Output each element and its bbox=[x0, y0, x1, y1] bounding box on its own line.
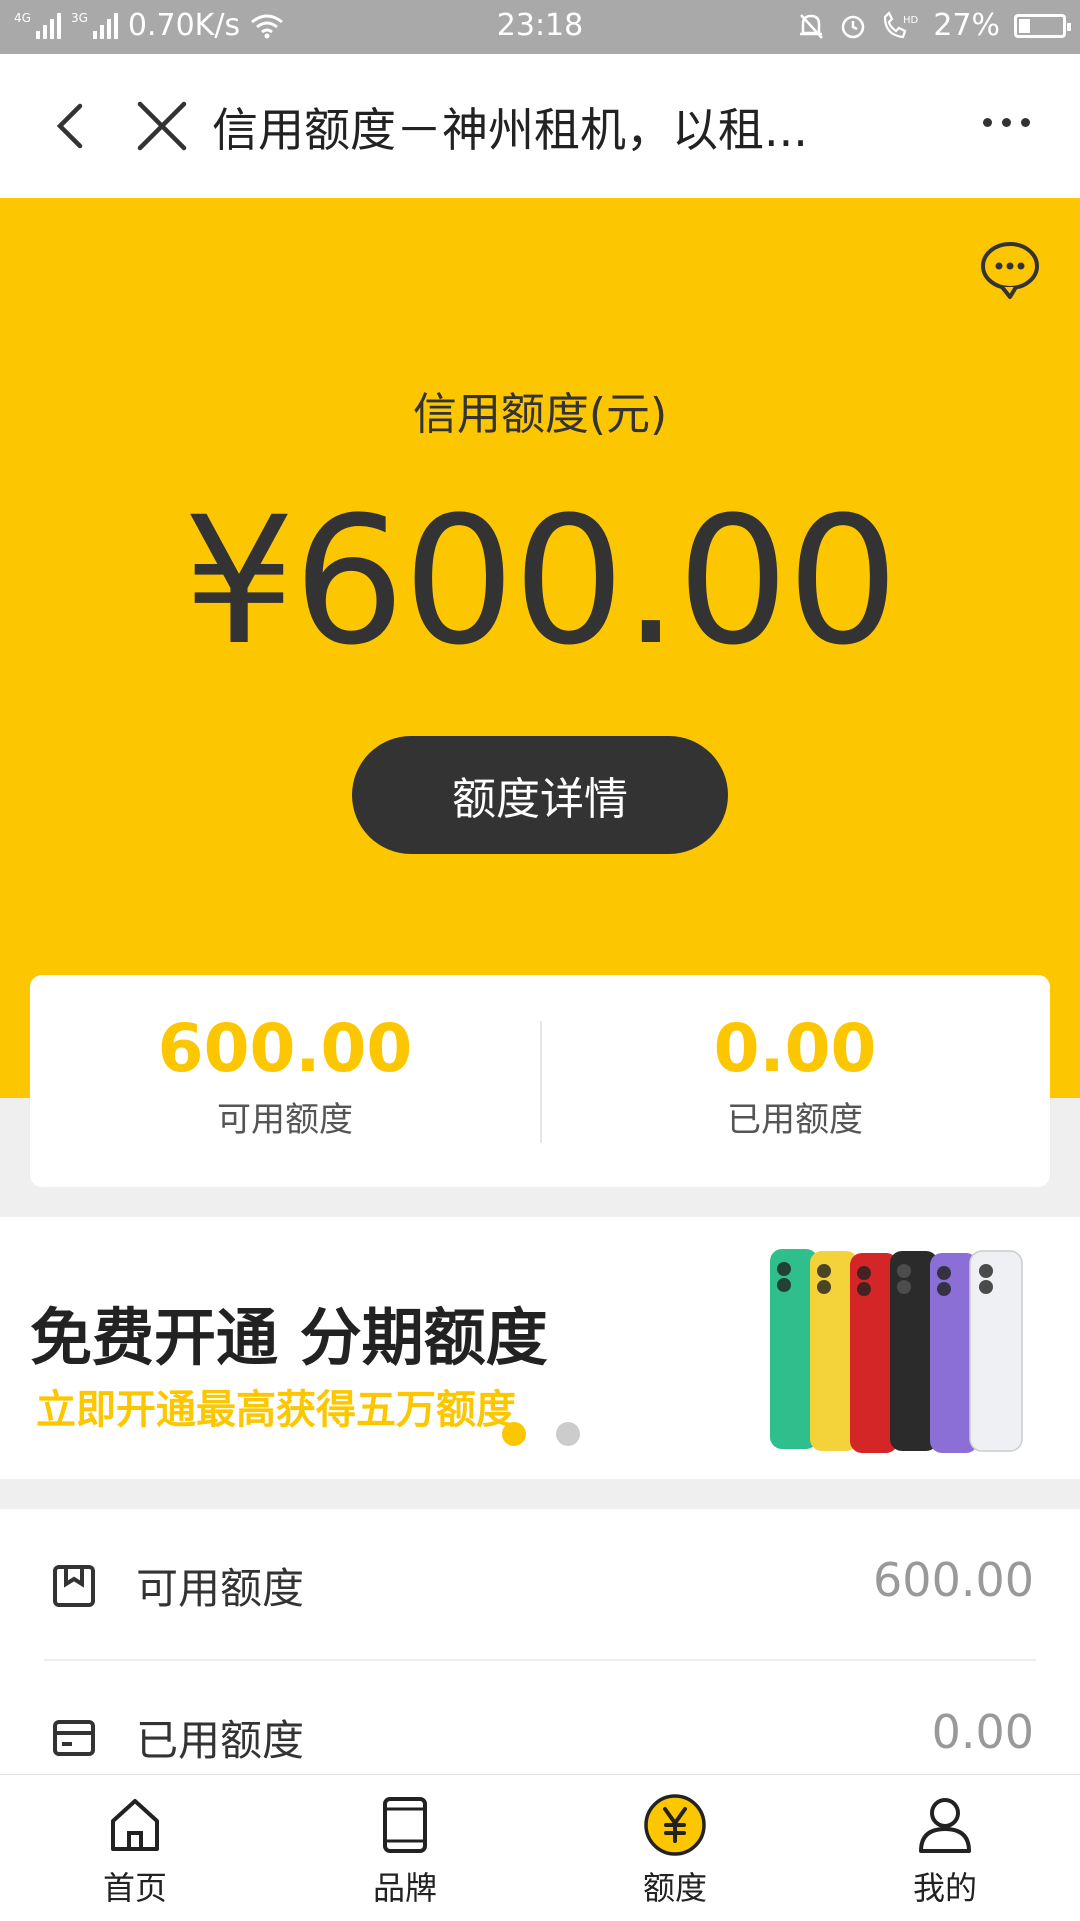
list-item-label: 已用额度 bbox=[136, 1716, 305, 1765]
bell-muted-icon bbox=[800, 13, 824, 39]
bookmark-box-icon bbox=[53, 1565, 95, 1607]
list-item-available[interactable]: 可用额度 600.00 bbox=[0, 1509, 1080, 1661]
tab-mine[interactable]: 我的 bbox=[865, 1793, 1025, 1909]
banner-subtitle: 立即开通最高获得五万额度 bbox=[36, 1387, 516, 1433]
banner-dot[interactable] bbox=[556, 1422, 580, 1446]
available-credit-value: 600.00 bbox=[157, 1010, 413, 1087]
credit-summary-card: 600.00 可用额度 0.00 已用额度 bbox=[30, 975, 1050, 1187]
tab-label: 首页 bbox=[102, 1869, 167, 1907]
list-item-value: 0.00 bbox=[931, 1705, 1034, 1759]
battery-percent: 27% bbox=[933, 8, 1000, 43]
banner-title: 免费开通 分期额度 bbox=[30, 1301, 548, 1374]
tab-label: 额度 bbox=[642, 1869, 707, 1907]
tab-brand[interactable]: 品牌 bbox=[325, 1793, 485, 1909]
credit-list: 可用额度 600.00 已用额度 0.00 bbox=[0, 1509, 1080, 1774]
close-icon[interactable] bbox=[132, 96, 192, 156]
credit-hero: 信用额度(元) ¥600.00 额度详情 bbox=[0, 198, 1080, 1098]
back-icon[interactable] bbox=[44, 98, 100, 154]
battery-icon bbox=[1014, 13, 1071, 38]
alarm-icon bbox=[842, 15, 865, 38]
used-credit-value: 0.00 bbox=[713, 1010, 877, 1087]
bottom-tab-bar: 首页 品牌 额度 我的 bbox=[0, 1774, 1080, 1921]
nav-bar: 信用额度－神州租机，以租... bbox=[0, 54, 1080, 199]
card-icon bbox=[53, 1720, 95, 1756]
phones-image bbox=[770, 1249, 1023, 1453]
banner-dot-active[interactable] bbox=[502, 1422, 526, 1446]
hd-call-icon: HD bbox=[884, 10, 919, 38]
list-item-label: 可用额度 bbox=[136, 1564, 305, 1613]
promo-banner[interactable]: 免费开通 分期额度 立即开通最高获得五万额度 bbox=[0, 1217, 1080, 1479]
tab-label: 品牌 bbox=[372, 1869, 437, 1907]
credit-label: 信用额度(元) bbox=[412, 389, 668, 440]
yuan-coin-icon bbox=[644, 1794, 706, 1856]
more-menu-icon[interactable] bbox=[983, 118, 1030, 127]
available-credit-summary: 600.00 可用额度 bbox=[30, 1010, 540, 1141]
list-item-value: 600.00 bbox=[873, 1553, 1034, 1607]
credit-amount: ¥600.00 bbox=[183, 479, 899, 684]
used-credit-summary: 0.00 已用额度 bbox=[540, 1010, 1050, 1141]
user-icon bbox=[919, 1798, 971, 1853]
credit-detail-button[interactable]: 额度详情 bbox=[352, 736, 728, 854]
available-credit-label: 可用额度 bbox=[217, 1099, 353, 1140]
tab-label: 我的 bbox=[912, 1869, 977, 1907]
svg-text:HD: HD bbox=[903, 15, 919, 26]
chat-bubble-icon[interactable] bbox=[978, 240, 1042, 300]
used-credit-label: 已用额度 bbox=[727, 1099, 863, 1140]
tab-home[interactable]: 首页 bbox=[55, 1793, 215, 1909]
page-title: 信用额度－神州租机，以租... bbox=[212, 103, 808, 157]
banner-pagination[interactable] bbox=[502, 1422, 580, 1446]
tab-credit[interactable]: 额度 bbox=[595, 1793, 755, 1909]
status-bar: 4G 3G 0.70K/s 23:18 HD 27% bbox=[0, 0, 1080, 54]
home-icon bbox=[111, 1799, 159, 1851]
tablet-icon bbox=[383, 1797, 427, 1853]
status-right: HD 27% bbox=[797, 8, 1071, 43]
